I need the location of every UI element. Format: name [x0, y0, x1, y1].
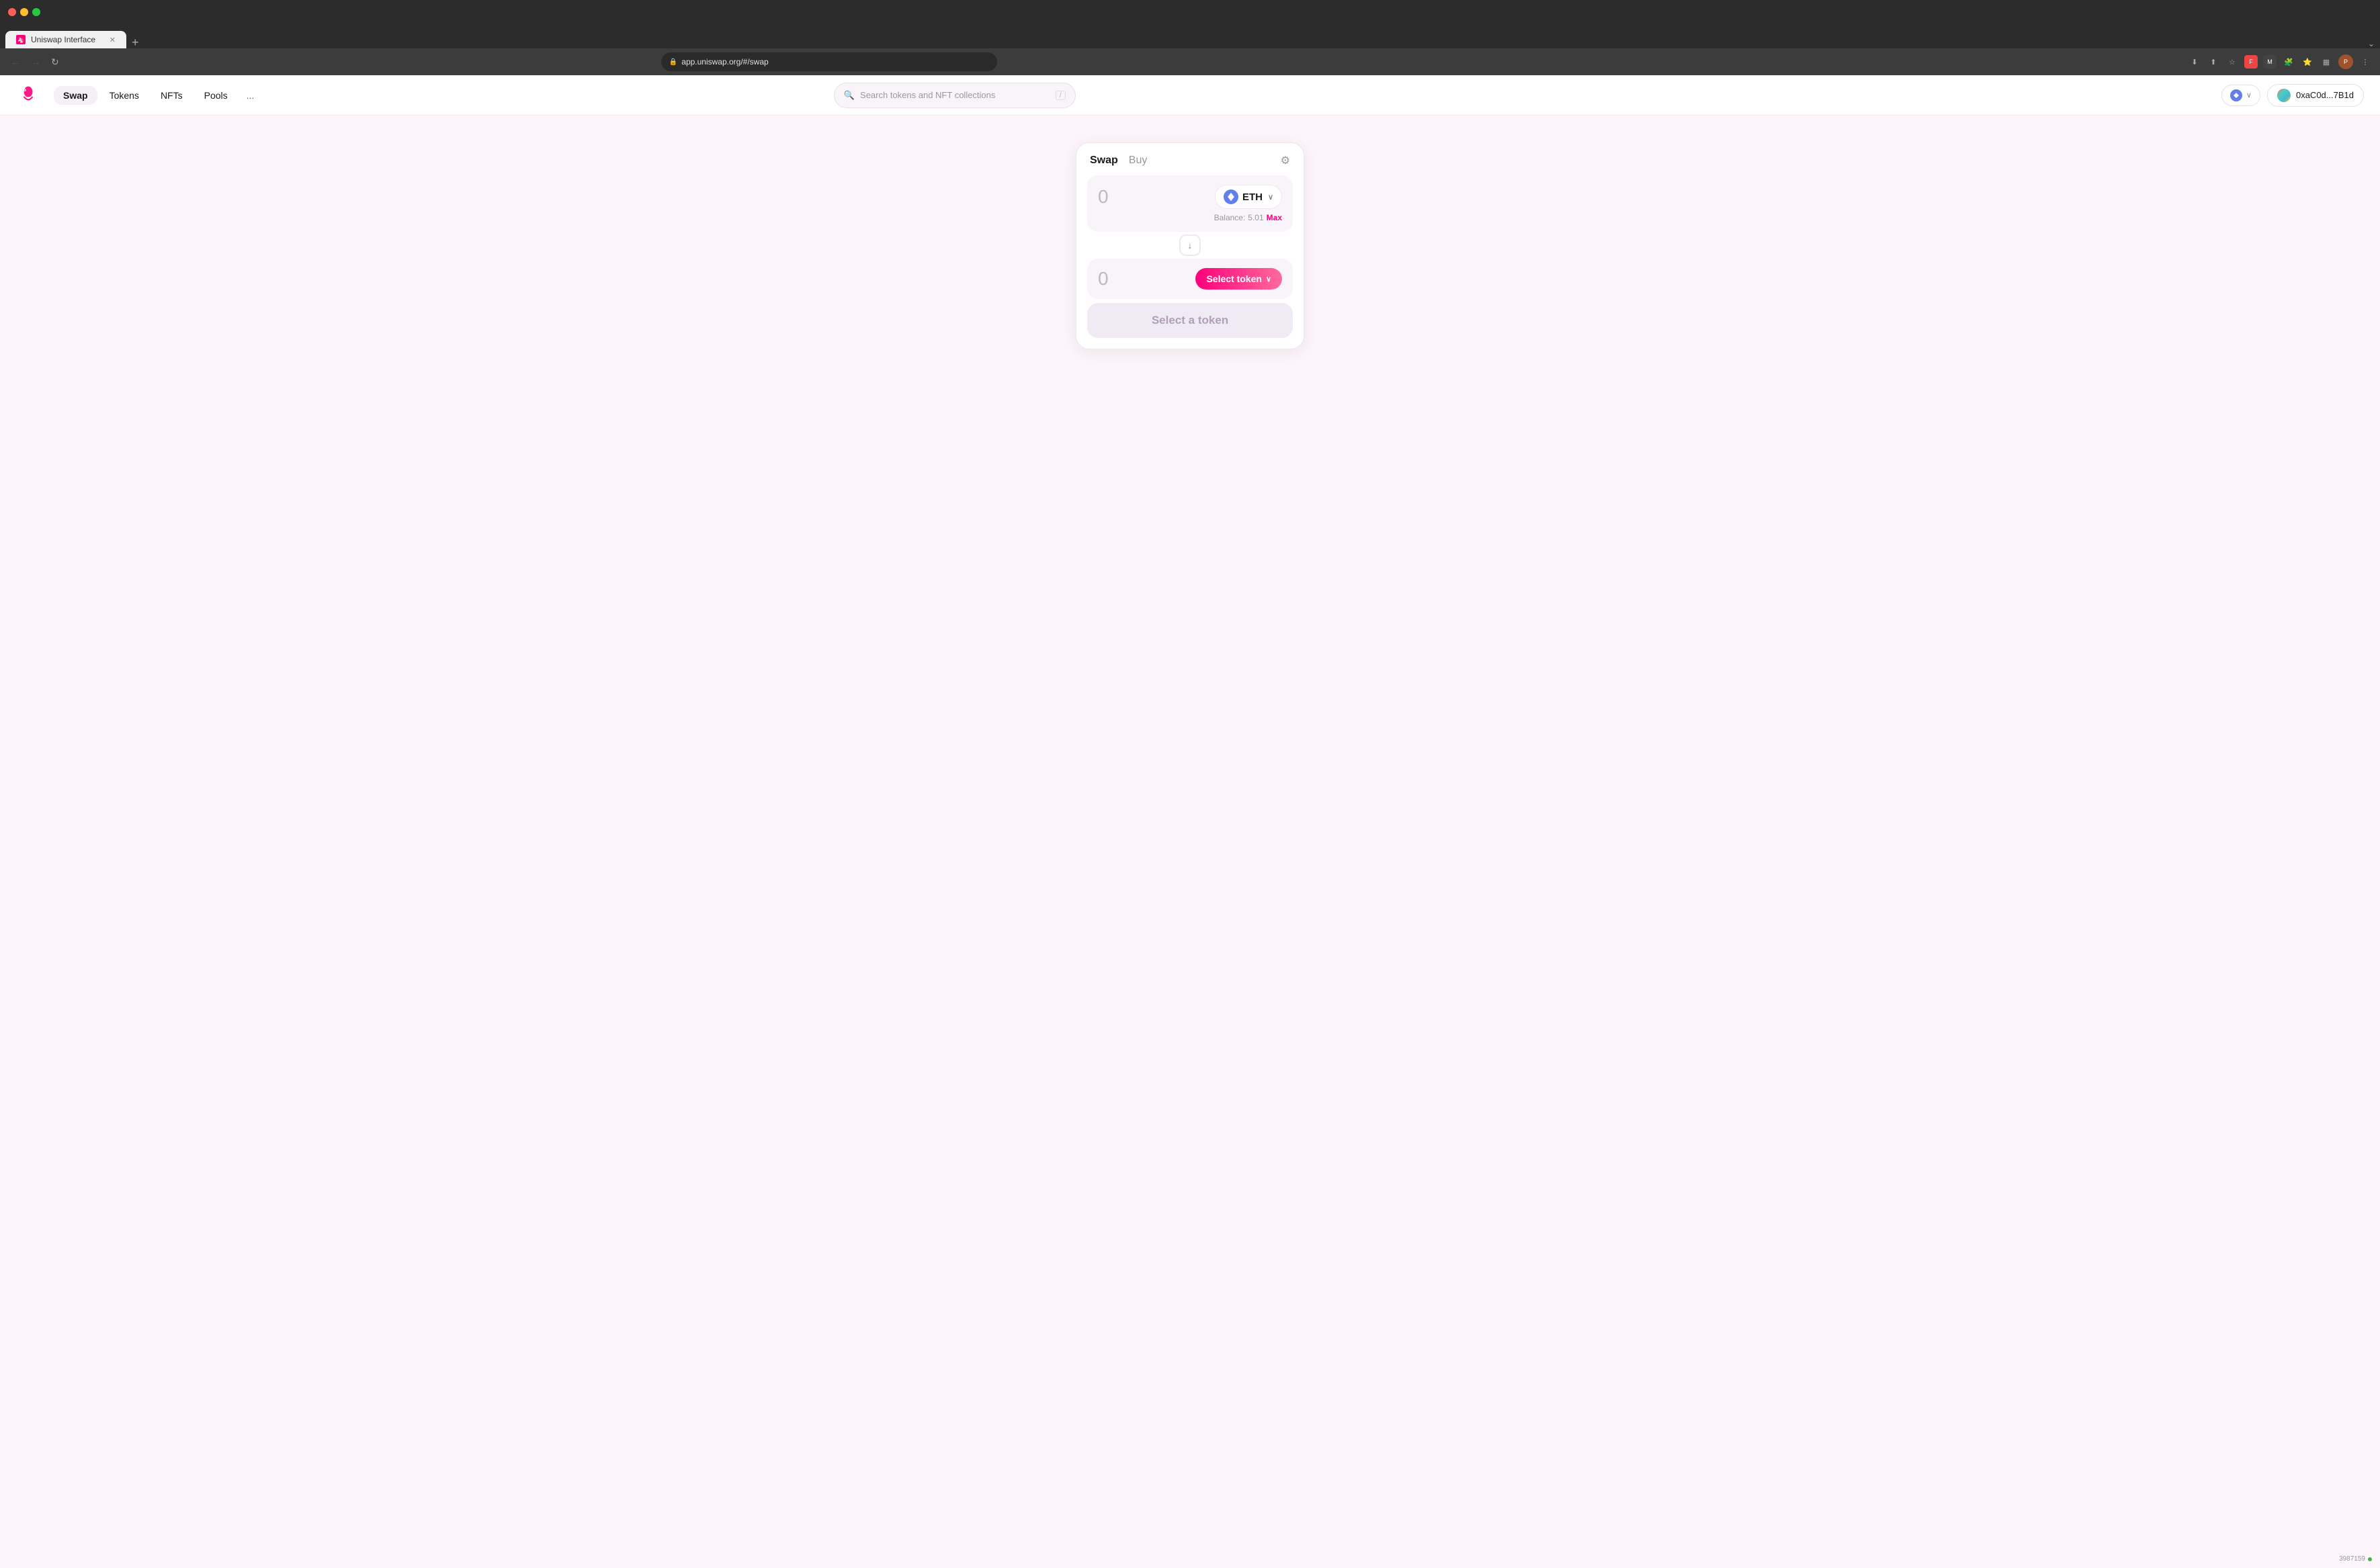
uniswap-logo[interactable] [16, 83, 40, 107]
to-amount-input[interactable] [1098, 268, 1195, 290]
tab-favicon: 🦄 [16, 35, 26, 44]
swap-tabs: Swap Buy [1090, 155, 1147, 167]
swap-card: Swap Buy ⚙ ETH ∨ [1076, 142, 1304, 349]
nav-nfts[interactable]: NFTs [151, 86, 192, 105]
back-button[interactable]: ← [8, 55, 23, 69]
select-token-label: Select token [1206, 273, 1261, 284]
nav-buttons: ← → ↻ [8, 55, 62, 69]
more-icon[interactable]: ⋮ [2358, 55, 2372, 69]
address-field[interactable]: 🔒 app.uniswap.org/#/swap [661, 52, 997, 71]
nav-more[interactable]: ... [240, 86, 261, 105]
minimize-traffic-light[interactable] [20, 8, 28, 16]
eth-token-selector[interactable]: ETH ∨ [1215, 185, 1282, 209]
extension-icon-2[interactable]: M [2263, 55, 2277, 69]
search-shortcut: / [1056, 91, 1066, 100]
swap-arrow-icon: ↓ [1188, 240, 1193, 251]
search-icon: 🔍 [844, 90, 855, 101]
tab-swap[interactable]: Swap [1090, 155, 1118, 167]
nav-tokens[interactable]: Tokens [100, 86, 148, 105]
to-token-box: Select token ∨ [1087, 259, 1293, 299]
search-placeholder: Search tokens and NFT collections [860, 90, 1050, 100]
block-number-text: 3987159 [2339, 1555, 2365, 1563]
eth-selector-chevron: ∨ [1268, 193, 1273, 202]
network-selector[interactable]: ∨ [2221, 85, 2260, 106]
browser-window: 🦄 Uniswap Interface ✕ + ⌄ ← → ↻ 🔒 app.un… [0, 0, 2380, 75]
extension-icon-4[interactable]: ⭐ [2301, 55, 2314, 69]
wallet-address: 0xaC0d...7B1d [2296, 90, 2354, 100]
address-bar: ← → ↻ 🔒 app.uniswap.org/#/swap ⬇ ⬆ ☆ F M… [0, 48, 2380, 75]
nav-pools[interactable]: Pools [195, 86, 237, 105]
block-number: 3987159 [2339, 1555, 2372, 1563]
eth-symbol: ETH [1242, 191, 1263, 203]
nav-links: Swap Tokens NFTs Pools ... [54, 86, 261, 105]
new-tab-button[interactable]: + [126, 36, 144, 48]
tab-bar: 🦄 Uniswap Interface ✕ + ⌄ [0, 24, 2380, 48]
swap-arrow-container: ↓ [1087, 234, 1293, 256]
browser-tab[interactable]: 🦄 Uniswap Interface ✕ [5, 31, 126, 48]
from-token-box: ETH ∨ Balance: 5.01 Max [1087, 175, 1293, 232]
block-status-dot [2368, 1557, 2372, 1561]
swap-header: Swap Buy ⚙ [1087, 154, 1293, 167]
tab-close-button[interactable]: ✕ [110, 36, 116, 44]
swap-direction-button[interactable]: ↓ [1179, 234, 1201, 256]
nav-swap[interactable]: Swap [54, 86, 97, 105]
address-text: app.uniswap.org/#/swap [681, 57, 768, 67]
browser-top-bar [0, 0, 2380, 24]
sidebar-icon[interactable]: ▦ [2320, 55, 2333, 69]
eth-network-icon [2230, 89, 2242, 101]
profile-icon[interactable]: P [2338, 54, 2353, 69]
tab-buy[interactable]: Buy [1129, 155, 1148, 167]
tab-expand-icon[interactable]: ⌄ [2368, 39, 2375, 48]
wallet-avatar [2277, 89, 2291, 102]
browser-actions: ⬇ ⬆ ☆ F M 🧩 ⭐ ▦ P ⋮ [2188, 54, 2372, 69]
eth-icon [1224, 189, 1238, 204]
lock-icon: 🔒 [669, 58, 677, 66]
action-button[interactable]: Select a token [1087, 303, 1293, 338]
search-bar[interactable]: 🔍 Search tokens and NFT collections / [834, 83, 1076, 108]
wallet-button[interactable]: 0xaC0d...7B1d [2267, 84, 2364, 107]
refresh-button[interactable]: ↻ [48, 55, 62, 69]
extension-icon-1[interactable]: F [2244, 55, 2258, 69]
traffic-lights [8, 8, 40, 16]
bookmark-icon[interactable]: ☆ [2225, 55, 2239, 69]
balance-value: 5.01 [1248, 213, 1263, 222]
app-nav: Swap Tokens NFTs Pools ... 🔍 Search toke… [0, 75, 2380, 116]
select-token-button[interactable]: Select token ∨ [1195, 268, 1282, 290]
share-icon[interactable]: ⬆ [2207, 55, 2220, 69]
balance-label: Balance: [1214, 213, 1246, 222]
close-traffic-light[interactable] [8, 8, 16, 16]
page: Swap Tokens NFTs Pools ... 🔍 Search toke… [0, 75, 2380, 1568]
balance-row: Balance: 5.01 Max [1098, 213, 1282, 222]
from-token-row: ETH ∨ [1098, 185, 1282, 209]
download-icon[interactable]: ⬇ [2188, 55, 2201, 69]
to-token-row: Select token ∨ [1098, 268, 1282, 290]
select-token-chevron: ∨ [1266, 275, 1271, 284]
max-button[interactable]: Max [1267, 213, 1282, 222]
chevron-down-icon: ∨ [2246, 91, 2252, 99]
maximize-traffic-light[interactable] [32, 8, 40, 16]
main-content: Swap Buy ⚙ ETH ∨ [0, 116, 2380, 1568]
wallet-area: ∨ 0xaC0d...7B1d [2221, 84, 2364, 107]
settings-button[interactable]: ⚙ [1281, 154, 1290, 167]
tab-title: Uniswap Interface [31, 35, 95, 44]
extension-icon-3[interactable]: 🧩 [2282, 55, 2295, 69]
from-amount-input[interactable] [1098, 186, 1208, 208]
forward-button[interactable]: → [28, 55, 43, 69]
